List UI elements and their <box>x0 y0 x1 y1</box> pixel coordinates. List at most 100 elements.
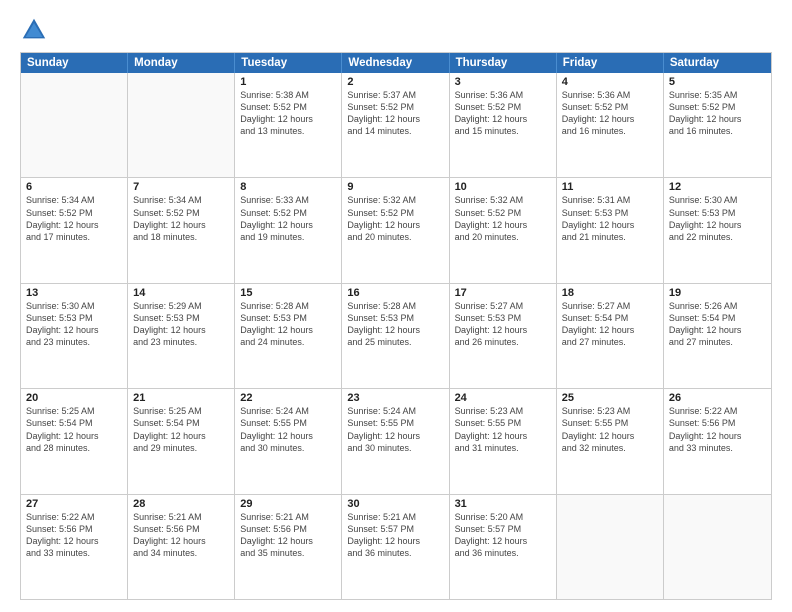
calendar-row-4: 20Sunrise: 5:25 AMSunset: 5:54 PMDayligh… <box>21 388 771 493</box>
day-cell-22: 22Sunrise: 5:24 AMSunset: 5:55 PMDayligh… <box>235 389 342 493</box>
day-details: Sunrise: 5:30 AMSunset: 5:53 PMDaylight:… <box>26 300 122 349</box>
day-cell-25: 25Sunrise: 5:23 AMSunset: 5:55 PMDayligh… <box>557 389 664 493</box>
day-number: 7 <box>133 181 229 193</box>
day-number: 16 <box>347 287 443 299</box>
calendar-row-3: 13Sunrise: 5:30 AMSunset: 5:53 PMDayligh… <box>21 283 771 388</box>
day-number: 28 <box>133 498 229 510</box>
day-details: Sunrise: 5:32 AMSunset: 5:52 PMDaylight:… <box>347 194 443 243</box>
day-cell-31: 31Sunrise: 5:20 AMSunset: 5:57 PMDayligh… <box>450 495 557 599</box>
day-details: Sunrise: 5:25 AMSunset: 5:54 PMDaylight:… <box>133 405 229 454</box>
day-cell-15: 15Sunrise: 5:28 AMSunset: 5:53 PMDayligh… <box>235 284 342 388</box>
page: SundayMondayTuesdayWednesdayThursdayFrid… <box>0 0 792 612</box>
empty-cell <box>557 495 664 599</box>
day-cell-23: 23Sunrise: 5:24 AMSunset: 5:55 PMDayligh… <box>342 389 449 493</box>
day-details: Sunrise: 5:31 AMSunset: 5:53 PMDaylight:… <box>562 194 658 243</box>
day-details: Sunrise: 5:24 AMSunset: 5:55 PMDaylight:… <box>240 405 336 454</box>
day-number: 22 <box>240 392 336 404</box>
day-details: Sunrise: 5:34 AMSunset: 5:52 PMDaylight:… <box>26 194 122 243</box>
calendar-row-1: 1Sunrise: 5:38 AMSunset: 5:52 PMDaylight… <box>21 73 771 177</box>
day-details: Sunrise: 5:34 AMSunset: 5:52 PMDaylight:… <box>133 194 229 243</box>
day-cell-1: 1Sunrise: 5:38 AMSunset: 5:52 PMDaylight… <box>235 73 342 177</box>
header-day-tuesday: Tuesday <box>235 53 342 73</box>
day-details: Sunrise: 5:38 AMSunset: 5:52 PMDaylight:… <box>240 89 336 138</box>
day-details: Sunrise: 5:27 AMSunset: 5:54 PMDaylight:… <box>562 300 658 349</box>
calendar-row-5: 27Sunrise: 5:22 AMSunset: 5:56 PMDayligh… <box>21 494 771 599</box>
day-cell-28: 28Sunrise: 5:21 AMSunset: 5:56 PMDayligh… <box>128 495 235 599</box>
day-cell-2: 2Sunrise: 5:37 AMSunset: 5:52 PMDaylight… <box>342 73 449 177</box>
day-cell-20: 20Sunrise: 5:25 AMSunset: 5:54 PMDayligh… <box>21 389 128 493</box>
empty-cell <box>128 73 235 177</box>
day-number: 8 <box>240 181 336 193</box>
day-number: 21 <box>133 392 229 404</box>
day-cell-7: 7Sunrise: 5:34 AMSunset: 5:52 PMDaylight… <box>128 178 235 282</box>
day-number: 23 <box>347 392 443 404</box>
day-details: Sunrise: 5:25 AMSunset: 5:54 PMDaylight:… <box>26 405 122 454</box>
day-number: 20 <box>26 392 122 404</box>
day-details: Sunrise: 5:20 AMSunset: 5:57 PMDaylight:… <box>455 511 551 560</box>
day-cell-8: 8Sunrise: 5:33 AMSunset: 5:52 PMDaylight… <box>235 178 342 282</box>
day-cell-12: 12Sunrise: 5:30 AMSunset: 5:53 PMDayligh… <box>664 178 771 282</box>
day-cell-24: 24Sunrise: 5:23 AMSunset: 5:55 PMDayligh… <box>450 389 557 493</box>
day-number: 18 <box>562 287 658 299</box>
day-cell-29: 29Sunrise: 5:21 AMSunset: 5:56 PMDayligh… <box>235 495 342 599</box>
day-number: 11 <box>562 181 658 193</box>
day-number: 6 <box>26 181 122 193</box>
day-number: 3 <box>455 76 551 88</box>
day-number: 29 <box>240 498 336 510</box>
day-number: 15 <box>240 287 336 299</box>
day-number: 10 <box>455 181 551 193</box>
header <box>20 16 772 44</box>
day-number: 25 <box>562 392 658 404</box>
day-number: 30 <box>347 498 443 510</box>
day-cell-18: 18Sunrise: 5:27 AMSunset: 5:54 PMDayligh… <box>557 284 664 388</box>
day-details: Sunrise: 5:36 AMSunset: 5:52 PMDaylight:… <box>562 89 658 138</box>
header-day-friday: Friday <box>557 53 664 73</box>
day-details: Sunrise: 5:24 AMSunset: 5:55 PMDaylight:… <box>347 405 443 454</box>
day-cell-5: 5Sunrise: 5:35 AMSunset: 5:52 PMDaylight… <box>664 73 771 177</box>
day-details: Sunrise: 5:26 AMSunset: 5:54 PMDaylight:… <box>669 300 766 349</box>
day-number: 9 <box>347 181 443 193</box>
day-number: 24 <box>455 392 551 404</box>
header-day-thursday: Thursday <box>450 53 557 73</box>
day-cell-4: 4Sunrise: 5:36 AMSunset: 5:52 PMDaylight… <box>557 73 664 177</box>
day-details: Sunrise: 5:32 AMSunset: 5:52 PMDaylight:… <box>455 194 551 243</box>
day-cell-19: 19Sunrise: 5:26 AMSunset: 5:54 PMDayligh… <box>664 284 771 388</box>
logo-icon <box>20 16 48 44</box>
day-details: Sunrise: 5:33 AMSunset: 5:52 PMDaylight:… <box>240 194 336 243</box>
day-cell-11: 11Sunrise: 5:31 AMSunset: 5:53 PMDayligh… <box>557 178 664 282</box>
day-number: 17 <box>455 287 551 299</box>
day-cell-21: 21Sunrise: 5:25 AMSunset: 5:54 PMDayligh… <box>128 389 235 493</box>
day-details: Sunrise: 5:36 AMSunset: 5:52 PMDaylight:… <box>455 89 551 138</box>
day-number: 4 <box>562 76 658 88</box>
day-details: Sunrise: 5:28 AMSunset: 5:53 PMDaylight:… <box>240 300 336 349</box>
header-day-saturday: Saturday <box>664 53 771 73</box>
day-number: 13 <box>26 287 122 299</box>
day-cell-6: 6Sunrise: 5:34 AMSunset: 5:52 PMDaylight… <box>21 178 128 282</box>
day-cell-30: 30Sunrise: 5:21 AMSunset: 5:57 PMDayligh… <box>342 495 449 599</box>
day-cell-10: 10Sunrise: 5:32 AMSunset: 5:52 PMDayligh… <box>450 178 557 282</box>
day-cell-17: 17Sunrise: 5:27 AMSunset: 5:53 PMDayligh… <box>450 284 557 388</box>
day-number: 19 <box>669 287 766 299</box>
day-details: Sunrise: 5:27 AMSunset: 5:53 PMDaylight:… <box>455 300 551 349</box>
day-details: Sunrise: 5:23 AMSunset: 5:55 PMDaylight:… <box>562 405 658 454</box>
day-details: Sunrise: 5:21 AMSunset: 5:57 PMDaylight:… <box>347 511 443 560</box>
calendar-row-2: 6Sunrise: 5:34 AMSunset: 5:52 PMDaylight… <box>21 177 771 282</box>
day-number: 12 <box>669 181 766 193</box>
day-details: Sunrise: 5:28 AMSunset: 5:53 PMDaylight:… <box>347 300 443 349</box>
day-details: Sunrise: 5:22 AMSunset: 5:56 PMDaylight:… <box>669 405 766 454</box>
empty-cell <box>664 495 771 599</box>
header-day-monday: Monday <box>128 53 235 73</box>
day-number: 31 <box>455 498 551 510</box>
day-details: Sunrise: 5:21 AMSunset: 5:56 PMDaylight:… <box>240 511 336 560</box>
day-cell-16: 16Sunrise: 5:28 AMSunset: 5:53 PMDayligh… <box>342 284 449 388</box>
day-number: 2 <box>347 76 443 88</box>
day-details: Sunrise: 5:37 AMSunset: 5:52 PMDaylight:… <box>347 89 443 138</box>
day-cell-26: 26Sunrise: 5:22 AMSunset: 5:56 PMDayligh… <box>664 389 771 493</box>
day-number: 5 <box>669 76 766 88</box>
day-details: Sunrise: 5:30 AMSunset: 5:53 PMDaylight:… <box>669 194 766 243</box>
day-details: Sunrise: 5:35 AMSunset: 5:52 PMDaylight:… <box>669 89 766 138</box>
day-number: 27 <box>26 498 122 510</box>
calendar: SundayMondayTuesdayWednesdayThursdayFrid… <box>20 52 772 600</box>
day-details: Sunrise: 5:21 AMSunset: 5:56 PMDaylight:… <box>133 511 229 560</box>
calendar-body: 1Sunrise: 5:38 AMSunset: 5:52 PMDaylight… <box>21 73 771 599</box>
